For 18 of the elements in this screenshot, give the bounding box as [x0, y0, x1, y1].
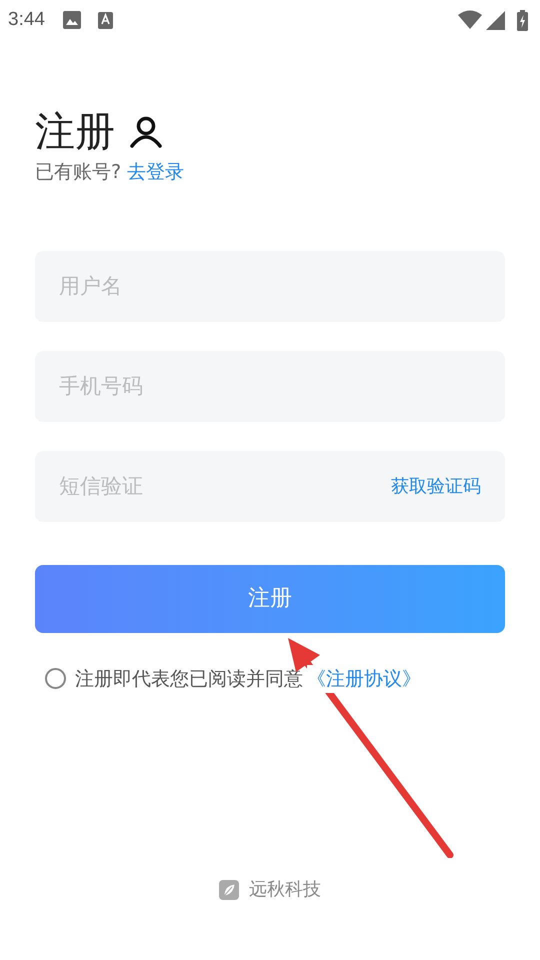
agreement-text: 注册即代表您已阅读并同意 [75, 666, 303, 692]
leaf-icon [219, 880, 239, 900]
input-field[interactable]: 手机号码 [35, 350, 505, 422]
battery-icon [517, 10, 528, 30]
app-icon [98, 12, 113, 28]
login-link[interactable]: 去登录 [127, 158, 184, 186]
signal-icon [486, 10, 505, 30]
brand-name: 远秋科技 [249, 878, 321, 902]
wifi-icon [458, 10, 482, 30]
input-field[interactable]: 用户名 [35, 250, 505, 322]
status-time: 3:44 [8, 8, 45, 32]
login-prompt: 已有账号? [35, 160, 122, 185]
agreement-checkbox[interactable] [45, 668, 66, 690]
register-button[interactable]: 注册 [35, 564, 505, 632]
image-icon [62, 11, 81, 29]
page-title: 注册 [35, 108, 115, 157]
get-code-button[interactable]: 获取验证码 [391, 472, 481, 500]
user-icon [129, 116, 163, 148]
